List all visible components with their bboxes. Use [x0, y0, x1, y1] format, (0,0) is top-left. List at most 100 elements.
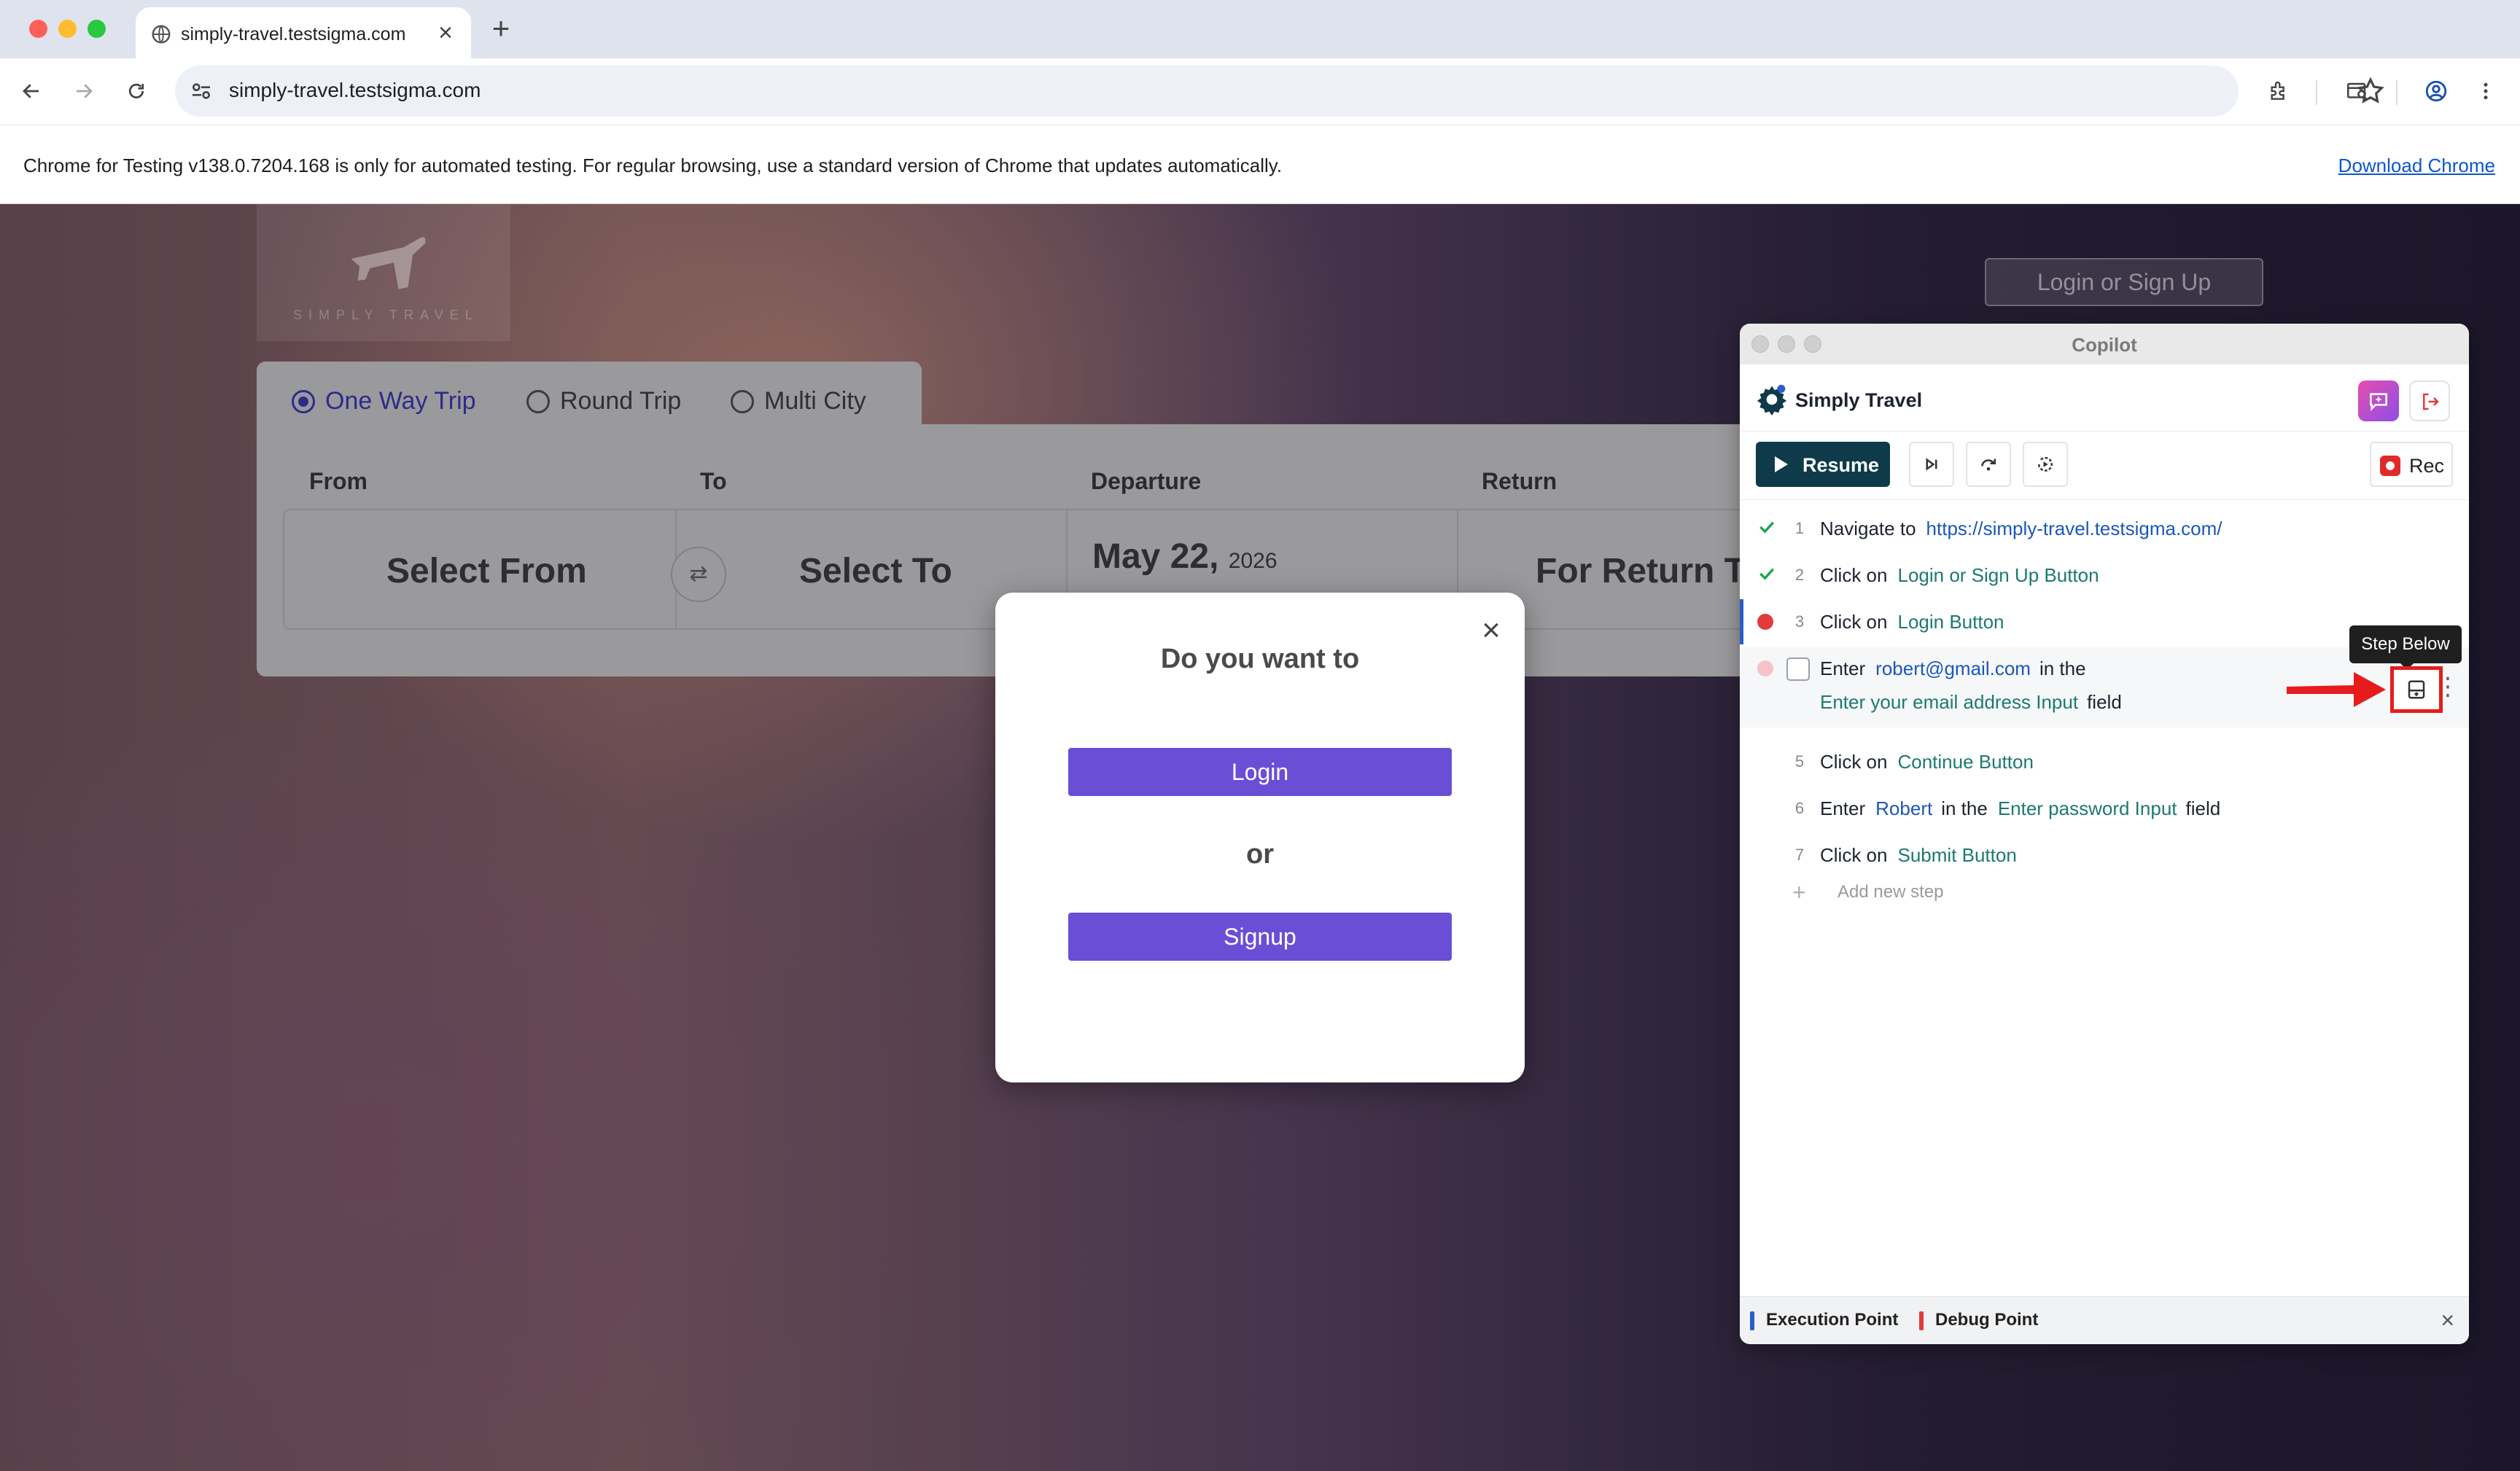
debug-point-placeholder-icon[interactable]	[1757, 660, 1773, 676]
step-action: Navigate to	[1820, 518, 1916, 539]
site-settings-icon[interactable]	[190, 79, 213, 103]
debug-point-legend: Debug Point	[1935, 1310, 2039, 1330]
tab-search-icon[interactable]	[2341, 74, 2374, 108]
step-suffix: field	[2185, 797, 2221, 819]
step-into-button[interactable]	[1966, 442, 2011, 487]
check-icon	[1759, 568, 1774, 580]
debug-point-icon[interactable]	[1757, 614, 1773, 630]
to-label: To	[700, 468, 727, 494]
toolbar-divider	[2396, 80, 2398, 105]
radio-multi-city[interactable]: Multi City	[731, 387, 866, 415]
login-or-signup-button[interactable]: Login or Sign Up	[1985, 258, 2263, 306]
minimize-window-button[interactable]	[58, 20, 77, 38]
project-name: Simply Travel	[1795, 389, 1923, 411]
profile-icon[interactable]	[2419, 74, 2453, 108]
step-element[interactable]: Login or Sign Up Button	[1897, 564, 2099, 586]
departure-field[interactable]: May 22, 2026	[1092, 536, 1278, 577]
step-action: Click on	[1820, 564, 1888, 586]
logo-text: SIMPLY TRAVEL	[293, 308, 479, 322]
new-tab-button[interactable]: +	[486, 13, 516, 44]
red-arrow-annotation	[2287, 672, 2386, 707]
radio-round-trip[interactable]: Round Trip	[526, 387, 681, 415]
step-element[interactable]: Enter your email address Input	[1820, 691, 2078, 713]
departure-date: May 22,	[1092, 537, 1219, 576]
close-legend-icon[interactable]: ×	[2441, 1307, 2454, 1334]
exit-button[interactable]	[2409, 381, 2450, 421]
replay-button[interactable]	[2023, 442, 2068, 487]
step-number: 6	[1794, 799, 1805, 817]
step-over-button[interactable]	[1909, 442, 1954, 487]
step-value[interactable]: robert@gmail.com	[1875, 658, 2031, 679]
address-bar[interactable]: simply-travel.testsigma.com	[175, 66, 2384, 117]
modal-title: Do you want to	[1160, 644, 1360, 674]
browser-menu-icon[interactable]	[2469, 74, 2502, 108]
step-value[interactable]: https://simply-travel.testsigma.com/	[1926, 518, 2222, 539]
copilot-footer: Execution Point Debug Point ×	[1740, 1296, 2469, 1344]
radio-label: Round Trip	[560, 387, 682, 415]
play-icon	[1775, 456, 1788, 472]
redo-arc-icon	[1981, 459, 1996, 471]
modal-signup-button[interactable]: Signup	[1068, 913, 1452, 961]
sparkle-chat-icon	[2370, 393, 2387, 411]
step-action: Click on	[1820, 751, 1888, 773]
close-icon[interactable]: ×	[1475, 614, 1507, 647]
radio-label: Multi City	[764, 387, 866, 415]
back-icon[interactable]	[15, 74, 48, 108]
airplane-icon	[351, 237, 426, 289]
login-choice-modal: × Do you want to Login or Signup	[995, 593, 1525, 1082]
close-window-button[interactable]	[29, 20, 47, 38]
reload-icon[interactable]	[120, 74, 153, 108]
from-field[interactable]: Select From	[386, 551, 587, 591]
step-connector: in the	[2039, 658, 2086, 679]
tab-close-icon[interactable]: ×	[435, 20, 456, 45]
modal-login-button[interactable]: Login	[1068, 748, 1452, 796]
browser-tab[interactable]: simply-travel.testsigma.com ×	[136, 7, 471, 58]
step-action: Enter	[1820, 658, 1866, 679]
step-suffix: field	[2087, 691, 2122, 713]
step-connector: in the	[1941, 797, 1988, 819]
forward-icon[interactable]	[67, 74, 101, 108]
browser-toolbar: simply-travel.testsigma.com	[0, 58, 2520, 125]
radio-button[interactable]	[731, 389, 754, 413]
extensions-icon[interactable]	[2262, 74, 2295, 108]
step-number: 1	[1794, 519, 1805, 537]
step-element[interactable]: Continue Button	[1897, 751, 2033, 773]
copilot-titlebar: Copilot	[1740, 324, 2469, 364]
site-logo[interactable]: SIMPLY TRAVEL	[257, 204, 510, 341]
step-element[interactable]: Enter password Input	[1998, 797, 2177, 819]
to-field[interactable]: Select To	[799, 551, 952, 591]
copilot-controls: Resume Rec	[1740, 432, 2469, 500]
ai-assistant-button[interactable]	[2358, 381, 2399, 421]
execution-point-legend: Execution Point	[1766, 1310, 1899, 1330]
radio-label: One Way Trip	[325, 387, 476, 415]
download-chrome-link[interactable]: Download Chrome	[2338, 155, 2495, 177]
record-button[interactable]: Rec	[2370, 442, 2453, 487]
departure-year: 2026	[1228, 549, 1278, 573]
step-number: 2	[1794, 566, 1805, 584]
maximize-window-button[interactable]	[88, 20, 106, 38]
step-value[interactable]: Robert	[1875, 797, 1932, 819]
radio-button[interactable]	[292, 389, 315, 413]
copilot-title: Copilot	[2072, 334, 2137, 356]
return-label: Return	[1482, 468, 1558, 494]
step-below-tooltip: Step Below	[2349, 625, 2462, 670]
step-action: Click on	[1820, 844, 1888, 866]
execution-legend-swatch	[1750, 1311, 1754, 1330]
more-options-icon[interactable]: ⋮	[2435, 672, 2460, 701]
infobar-message: Chrome for Testing v138.0.7204.168 is on…	[23, 155, 1283, 176]
debug-legend-swatch	[1919, 1311, 1924, 1330]
step-element[interactable]: Submit Button	[1897, 844, 2016, 866]
gear-icon	[1757, 384, 1787, 415]
step-checkbox[interactable]	[1786, 658, 1810, 681]
step-number: 3	[1794, 612, 1805, 631]
plus-icon: +	[1792, 879, 1806, 905]
swap-icon[interactable]: ⇄	[671, 547, 726, 602]
step-element[interactable]: Login Button	[1897, 611, 2004, 633]
radio-button[interactable]	[526, 389, 550, 413]
resume-button[interactable]: Resume	[1756, 442, 1890, 487]
record-label: Rec	[2409, 455, 2445, 477]
url-text: simply-travel.testsigma.com	[229, 79, 481, 101]
from-label: From	[309, 468, 368, 494]
execution-point-marker	[1740, 599, 1743, 644]
radio-one-way[interactable]: One Way Trip	[292, 387, 476, 415]
